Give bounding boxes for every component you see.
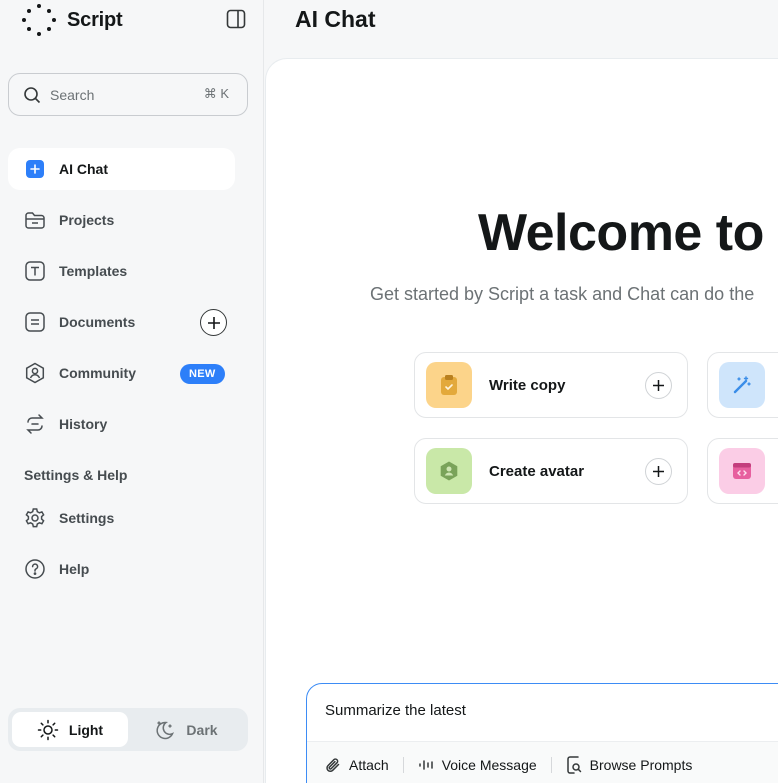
code-window-icon — [719, 448, 765, 494]
sidebar-item-label: AI Chat — [59, 161, 108, 177]
community-icon — [24, 362, 46, 384]
help-icon — [24, 558, 46, 580]
sidebar-item-label: History — [59, 416, 108, 432]
browse-prompts-icon — [566, 755, 581, 774]
waveform-icon — [418, 759, 433, 770]
card-code[interactable] — [707, 438, 778, 504]
settings-nav: Settings Help — [8, 497, 248, 599]
settings-section-label: Settings & Help — [24, 467, 128, 483]
magic-wand-icon — [719, 362, 765, 408]
attach-label: Attach — [349, 756, 389, 773]
sidebar-item-ai-chat[interactable]: AI Chat — [8, 148, 235, 190]
page-title: AI Chat — [295, 6, 376, 32]
sidebar-item-label: Help — [59, 561, 90, 577]
sidebar-item-documents[interactable]: Documents — [8, 301, 248, 343]
app-logo[interactable]: Script — [22, 4, 123, 36]
app-name: Script — [67, 8, 123, 31]
voice-message-label: Voice Message — [441, 756, 537, 773]
sidebar-item-community[interactable]: Community NEW — [8, 352, 248, 394]
main-nav: AI Chat Projects Templates Documents Com… — [8, 148, 248, 454]
message-input[interactable] — [325, 702, 778, 719]
new-badge: NEW — [180, 364, 225, 384]
theme-switch: Light Dark — [8, 708, 248, 751]
browse-prompts-label: Browse Prompts — [589, 756, 693, 773]
sidebar-item-label: Templates — [59, 263, 128, 279]
card-magic[interactable] — [707, 352, 778, 418]
theme-dark-button[interactable]: Dark — [128, 712, 244, 747]
sidebar-toggle-button[interactable] — [226, 9, 246, 29]
sidebar-item-projects[interactable]: Projects — [8, 199, 248, 241]
voice-message-button[interactable]: Voice Message — [418, 757, 537, 773]
search-icon — [24, 86, 41, 103]
document-icon — [24, 311, 46, 333]
chat-panel: Welcome to S Get started by Script a tas… — [265, 58, 778, 783]
avatar-icon — [426, 448, 472, 494]
card-write-copy[interactable]: Write copy — [414, 352, 688, 418]
card-add-button[interactable] — [645, 372, 672, 399]
plus-icon — [653, 380, 664, 391]
template-icon — [24, 260, 46, 282]
logo-dots-icon — [22, 4, 56, 36]
sidebar-item-label: Community — [59, 365, 136, 381]
gear-icon — [24, 507, 46, 529]
search-input[interactable] — [50, 86, 190, 103]
sidebar-item-templates[interactable]: Templates — [8, 250, 248, 292]
paperclip-icon — [326, 757, 340, 772]
sidebar-item-label: Documents — [59, 314, 136, 330]
sidebar: Script ⌘ K AI Chat Projects — [0, 0, 264, 783]
sidebar-item-history[interactable]: History — [8, 403, 248, 445]
theme-dark-label: Dark — [186, 721, 218, 738]
search-box[interactable]: ⌘ K — [8, 73, 248, 116]
browse-prompts-button[interactable]: Browse Prompts — [566, 755, 693, 774]
plus-icon — [207, 316, 220, 329]
composer-toolbar: Attach Voice Message Browse Prompts — [307, 741, 778, 783]
card-label: Write copy — [489, 376, 566, 394]
card-add-button[interactable] — [645, 458, 672, 485]
sidebar-toggle-icon — [226, 9, 246, 29]
toolbar-divider — [402, 756, 404, 773]
clipboard-icon — [426, 362, 472, 408]
ai-chat-icon — [24, 158, 46, 180]
plus-icon — [653, 466, 664, 477]
theme-light-label: Light — [68, 721, 104, 738]
search-shortcut: ⌘ K — [203, 86, 229, 101]
theme-light-button[interactable]: Light — [12, 712, 128, 747]
sidebar-item-settings[interactable]: Settings — [8, 497, 248, 539]
welcome-heading: Welcome to S — [478, 204, 778, 262]
welcome-subtitle: Get started by Script a task and Chat ca… — [370, 284, 755, 304]
sun-icon — [37, 719, 59, 740]
sidebar-item-help[interactable]: Help — [8, 548, 248, 590]
history-icon — [24, 413, 46, 435]
sidebar-item-label: Settings — [59, 510, 115, 526]
card-label: Create avatar — [489, 462, 585, 480]
moon-icon — [156, 720, 175, 739]
folder-icon — [24, 209, 46, 231]
toolbar-divider — [550, 756, 552, 773]
message-composer: Attach Voice Message Browse Prompts — [306, 683, 778, 783]
sidebar-item-label: Projects — [59, 212, 115, 228]
attach-button[interactable]: Attach — [325, 757, 389, 773]
add-document-button[interactable] — [200, 309, 227, 336]
card-create-avatar[interactable]: Create avatar — [414, 438, 688, 504]
